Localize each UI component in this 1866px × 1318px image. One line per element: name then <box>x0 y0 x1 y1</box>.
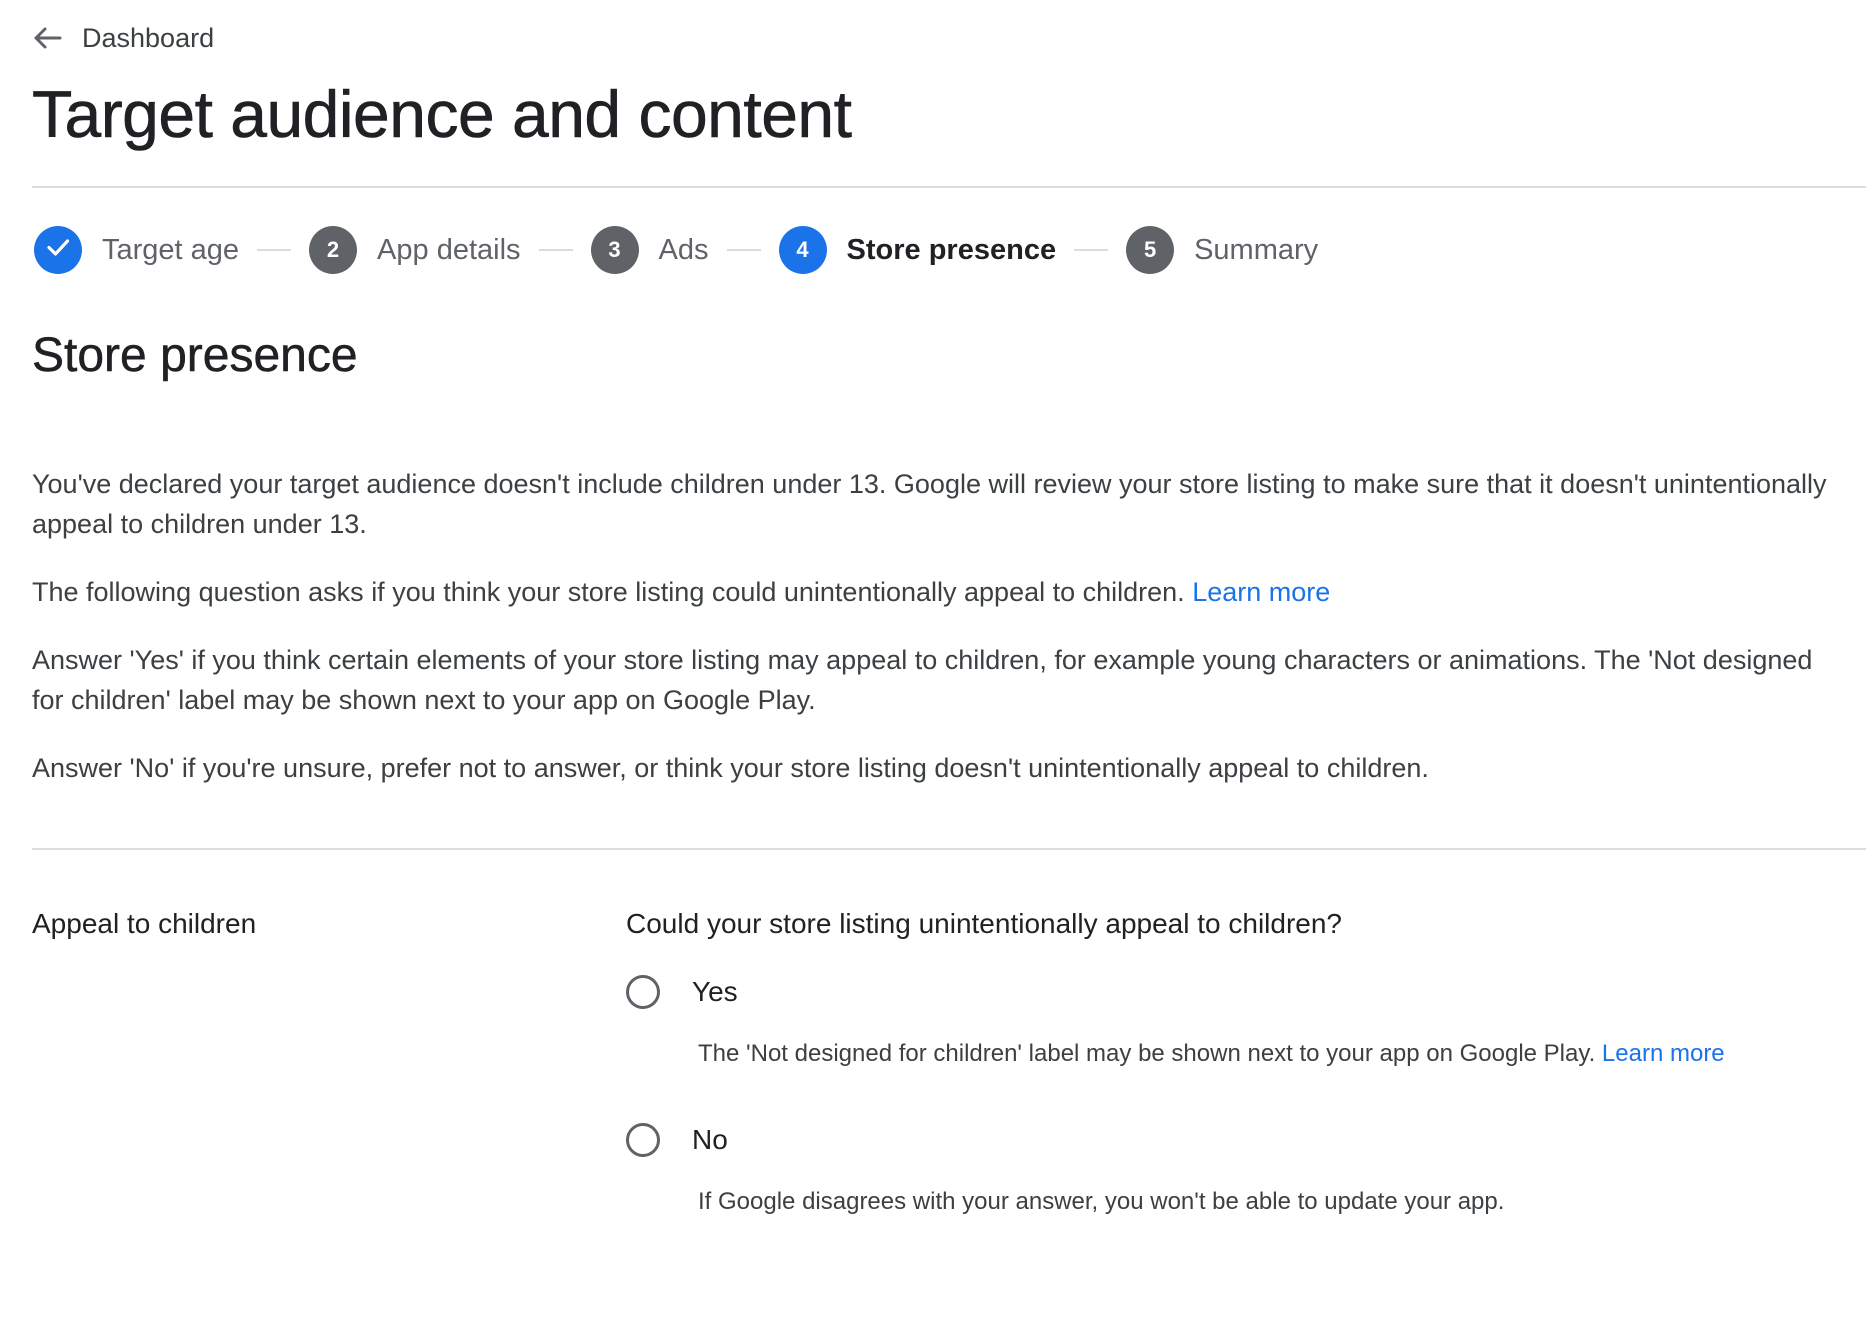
step-connector <box>1074 249 1109 251</box>
step-completed-indicator <box>34 226 82 274</box>
step-label: Ads <box>658 233 709 266</box>
header-divider <box>32 186 1866 188</box>
step-app-details[interactable]: 2 App details <box>309 226 521 274</box>
step-connector <box>538 249 573 251</box>
step-summary[interactable]: 5 Summary <box>1126 226 1318 274</box>
step-target-age[interactable]: Target age <box>34 226 239 274</box>
step-number: 2 <box>309 226 358 274</box>
checkmark-icon <box>45 234 71 266</box>
step-label: Summary <box>1194 233 1319 266</box>
question-text: Could your store listing unintentionally… <box>626 908 1342 939</box>
arrow-back-icon <box>32 26 62 50</box>
stepper: Target age 2 App details 3 Ads 4 Store p… <box>34 224 1318 276</box>
radio-button-no[interactable] <box>626 1123 660 1157</box>
step-label: App details <box>377 233 521 266</box>
no-help-text: If Google disagrees with your answer, yo… <box>698 1188 1505 1215</box>
yes-help-text: The 'Not designed for children' label ma… <box>698 1040 1725 1068</box>
radio-option-no[interactable]: No <box>626 1123 728 1157</box>
answer-yes-paragraph: Answer 'Yes' if you think certain elemen… <box>32 645 1813 715</box>
radio-label-yes: Yes <box>692 976 738 1007</box>
step-ads[interactable]: 3 Ads <box>590 226 709 274</box>
step-number: 3 <box>590 226 639 274</box>
intro-paragraph: You've declared your target audience doe… <box>32 469 1827 539</box>
step-connector <box>257 249 292 251</box>
paragraph-text: The following question asks if you think… <box>32 577 1185 607</box>
step-label: Store presence <box>846 233 1057 266</box>
back-label: Dashboard <box>82 22 215 53</box>
radio-button-yes[interactable] <box>626 975 660 1009</box>
section-title: Store presence <box>32 329 358 383</box>
step-store-presence[interactable]: 4 Store presence <box>778 226 1057 274</box>
radio-label-no: No <box>692 1124 728 1155</box>
step-number: 4 <box>778 226 827 274</box>
radio-option-yes[interactable]: Yes <box>626 975 738 1009</box>
form-divider <box>32 848 1866 850</box>
answer-no-paragraph: Answer 'No' if you're unsure, prefer not… <box>32 753 1429 783</box>
back-to-dashboard-link[interactable]: Dashboard <box>32 20 214 56</box>
step-number: 5 <box>1126 226 1175 274</box>
learn-more-link[interactable]: Learn more <box>1602 1040 1725 1067</box>
step-connector <box>726 249 761 251</box>
yes-help-label: The 'Not designed for children' label ma… <box>698 1040 1596 1067</box>
field-label: Appeal to children <box>32 908 257 939</box>
page-title: Target audience and content <box>32 77 853 152</box>
learn-more-link[interactable]: Learn more <box>1192 577 1330 607</box>
question-explanation-paragraph: The following question asks if you think… <box>32 572 1832 612</box>
step-label: Target age <box>102 233 240 266</box>
